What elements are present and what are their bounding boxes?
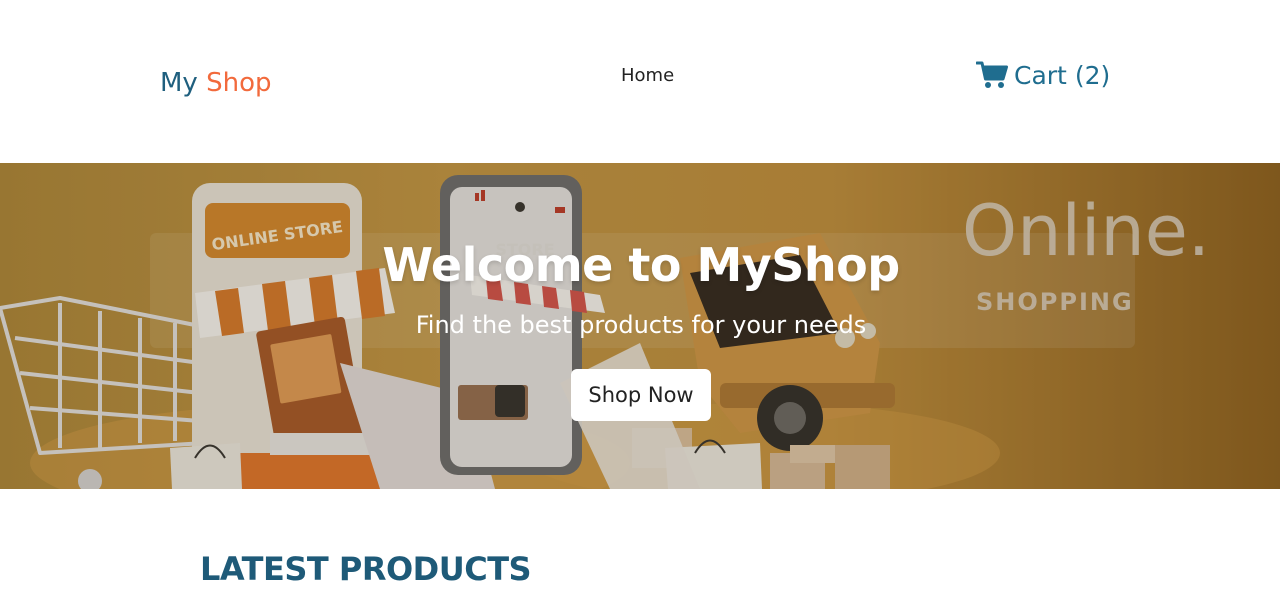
cart-link[interactable]: Cart (2) xyxy=(975,58,1111,92)
shopping-cart-icon xyxy=(975,60,1008,90)
hero-title: Welcome to MyShop xyxy=(382,238,900,292)
shop-now-button[interactable]: Shop Now xyxy=(571,369,711,421)
hero-banner: ONLINE STORE STORE Online. SHOPPING Welc… xyxy=(0,163,1280,489)
brand-name-my: My xyxy=(160,68,198,98)
nav-home-link[interactable]: Home xyxy=(621,64,674,88)
cart-count-badge: (2) xyxy=(1074,60,1111,90)
hero-subtitle: Find the best products for your needs xyxy=(415,311,867,339)
cart-label: Cart xyxy=(1014,60,1067,90)
brand-logo-link[interactable]: My Shop xyxy=(160,66,272,100)
brand-name-shop: Shop xyxy=(206,68,272,98)
latest-products-heading: LATEST PRODUCTS xyxy=(200,550,532,588)
navbar: My Shop Home Cart (2) xyxy=(0,0,1280,163)
